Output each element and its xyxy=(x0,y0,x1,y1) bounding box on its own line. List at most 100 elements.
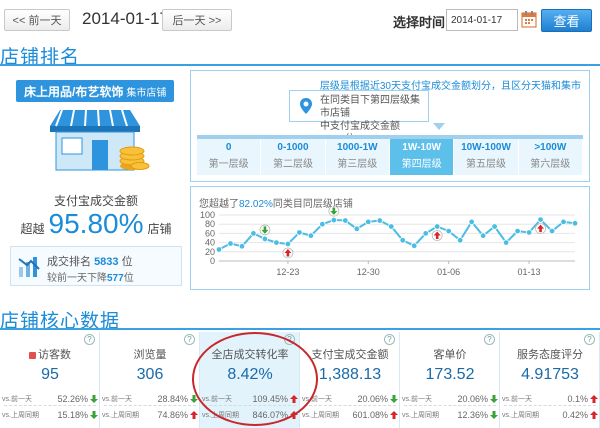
compare-value: 0.1% xyxy=(567,394,588,404)
metric-card[interactable]: ? 支付宝成交金额 1,388.13 vs.前一天 20.06% vs.上周同期 601.0… xyxy=(300,332,400,428)
metric-name: 服务态度评分 xyxy=(500,346,600,362)
metric-value: 8.42% xyxy=(227,366,273,383)
tier-1[interactable]: 0 第一层级 xyxy=(197,139,262,175)
metric-name: 客单价 xyxy=(400,346,500,362)
rank-change-label: 较前一天下降 xyxy=(47,273,107,284)
tier-2[interactable]: 0-1000 第二层级 xyxy=(261,139,326,175)
data-point xyxy=(560,218,567,226)
arrow-down-icon xyxy=(90,395,98,403)
shop-card: 床上用品/布艺软饰 集市店铺 支付宝成交金额 超越 95.80% 店铺 成交排名… xyxy=(10,78,182,290)
arrow-up-icon xyxy=(590,395,598,403)
calendar-icon[interactable] xyxy=(521,10,537,28)
help-icon[interactable]: ? xyxy=(84,334,95,345)
compare-value: 20.06% xyxy=(457,394,488,404)
data-point xyxy=(422,230,429,237)
arrow-up-icon xyxy=(290,395,298,403)
divider xyxy=(304,405,396,406)
compare-label: vs.上周同期 xyxy=(502,412,539,419)
data-point xyxy=(261,235,269,243)
arrow-down-icon xyxy=(490,395,498,403)
prev-day-button[interactable]: << 前一天 xyxy=(4,9,70,31)
y-tick-label: 20 xyxy=(205,247,215,257)
metrics-row: ? 访客数 95 vs.前一天 52.26% vs.上周同期 15.18%? 浏览量 306 vs… xyxy=(0,332,600,428)
tier-3[interactable]: 1000-1W 第三层级 xyxy=(325,139,390,175)
help-icon[interactable]: ? xyxy=(484,334,495,345)
rank-unit: 位 xyxy=(121,256,133,268)
tier-name: 第二层级 xyxy=(272,159,313,170)
compare-label: vs.上周同期 xyxy=(102,412,139,419)
metric-card[interactable]: ? 全店成交转化率 8.42% vs.前一天 109.45% vs.上周同期 846.07% xyxy=(200,332,300,428)
metric-name-text: 客单价 xyxy=(433,349,467,361)
compare-value: 15.18% xyxy=(57,410,88,420)
data-point xyxy=(456,237,464,244)
y-tick-label: 80 xyxy=(205,219,215,229)
data-point xyxy=(215,246,223,253)
date-input[interactable] xyxy=(446,9,518,31)
rank-trend-icon xyxy=(18,257,40,277)
tier-name: 第四层级 xyxy=(401,159,442,170)
metric-name-text: 服务态度评分 xyxy=(517,349,583,361)
data-point xyxy=(479,232,487,239)
data-point xyxy=(296,229,303,236)
metric-value: 95 xyxy=(41,366,59,383)
tier-4[interactable]: 1W-10W 第四层级 xyxy=(389,139,455,175)
metric-card[interactable]: ? 客单价 173.52 vs.前一天 20.06% vs.上周同期 12.36% xyxy=(400,332,500,428)
tier-6[interactable]: >100W 第六层级 xyxy=(518,139,583,175)
compare-value: 28.84% xyxy=(157,394,188,404)
help-icon[interactable]: ? xyxy=(584,334,595,345)
arrow-up-icon xyxy=(390,411,398,419)
tier-name: 第三层级 xyxy=(337,159,378,170)
arrow-down-icon xyxy=(90,411,98,419)
compare-value: 846.07% xyxy=(252,410,288,420)
data-point xyxy=(307,232,315,239)
tip-pointer xyxy=(433,123,445,130)
metric-card[interactable]: ? 访客数 95 vs.前一天 52.26% vs.上周同期 15.18% xyxy=(0,332,100,428)
data-point xyxy=(571,220,579,227)
metric-card[interactable]: ? 服务态度评分 4.91753 vs.前一天 0.1% vs.上周同期 0.42% xyxy=(500,332,600,428)
compare-value: 109.45% xyxy=(252,394,288,404)
compare-value: 601.08% xyxy=(352,410,388,420)
tier-list: 0 第一层级 0-1000 第二层级 1000-1W 第三层级 1W-10W 第四层级 … xyxy=(197,139,583,175)
trend-panel: 您超越了82.02%同类目同层级店铺 0 20 40 60 80 100 12-23 12-3… xyxy=(190,186,590,290)
help-icon[interactable]: ? xyxy=(384,334,395,345)
metric-value: 306 xyxy=(136,366,164,383)
y-tick-label: 40 xyxy=(205,238,215,248)
data-point xyxy=(537,216,544,223)
help-icon[interactable]: ? xyxy=(184,334,195,345)
tier-range: 1W-10W xyxy=(402,142,441,153)
help-icon[interactable]: ? xyxy=(284,334,295,345)
compare-label: vs.上周同期 xyxy=(302,412,339,419)
divider xyxy=(104,405,196,406)
tier-range: >100W xyxy=(534,142,567,153)
x-tick-label: 12-23 xyxy=(276,267,299,277)
y-tick-label: 60 xyxy=(205,228,215,238)
divider xyxy=(204,405,296,406)
metric-card[interactable]: ? 浏览量 306 vs.前一天 28.84% vs.上周同期 74.86% xyxy=(100,332,200,428)
rank-change-line: 较前一天下降577位 xyxy=(47,269,134,284)
top-bar: << 前一天 2014-01-17 后一天 >> 选择时间 查看 xyxy=(0,0,600,40)
data-point xyxy=(319,221,326,228)
y-tick-label: 100 xyxy=(200,210,215,220)
data-point xyxy=(330,216,338,224)
rank-change-unit: 位 xyxy=(123,273,134,284)
x-tick-label: 01-06 xyxy=(437,267,460,277)
tier-5[interactable]: 10W-100W 第五层级 xyxy=(454,139,519,175)
compare-label: vs.上周同期 xyxy=(2,412,39,419)
data-point xyxy=(250,230,257,237)
metric-name: 支付宝成交金额 xyxy=(300,346,400,362)
data-point xyxy=(284,240,292,248)
data-point xyxy=(399,237,406,244)
data-point xyxy=(502,239,510,246)
data-point xyxy=(365,218,372,226)
metric-name-text: 浏览量 xyxy=(133,349,167,361)
next-day-button[interactable]: 后一天 >> xyxy=(162,9,232,31)
search-button[interactable]: 查看 xyxy=(541,9,592,32)
compare-label: vs.上周同期 xyxy=(402,412,439,419)
metric-value: 173.52 xyxy=(425,366,475,383)
arrow-up-icon xyxy=(190,411,198,419)
tier-range: 1000-1W xyxy=(337,142,378,153)
data-point xyxy=(388,223,395,230)
data-point xyxy=(514,227,521,235)
data-point xyxy=(548,227,556,235)
divider xyxy=(404,405,496,406)
